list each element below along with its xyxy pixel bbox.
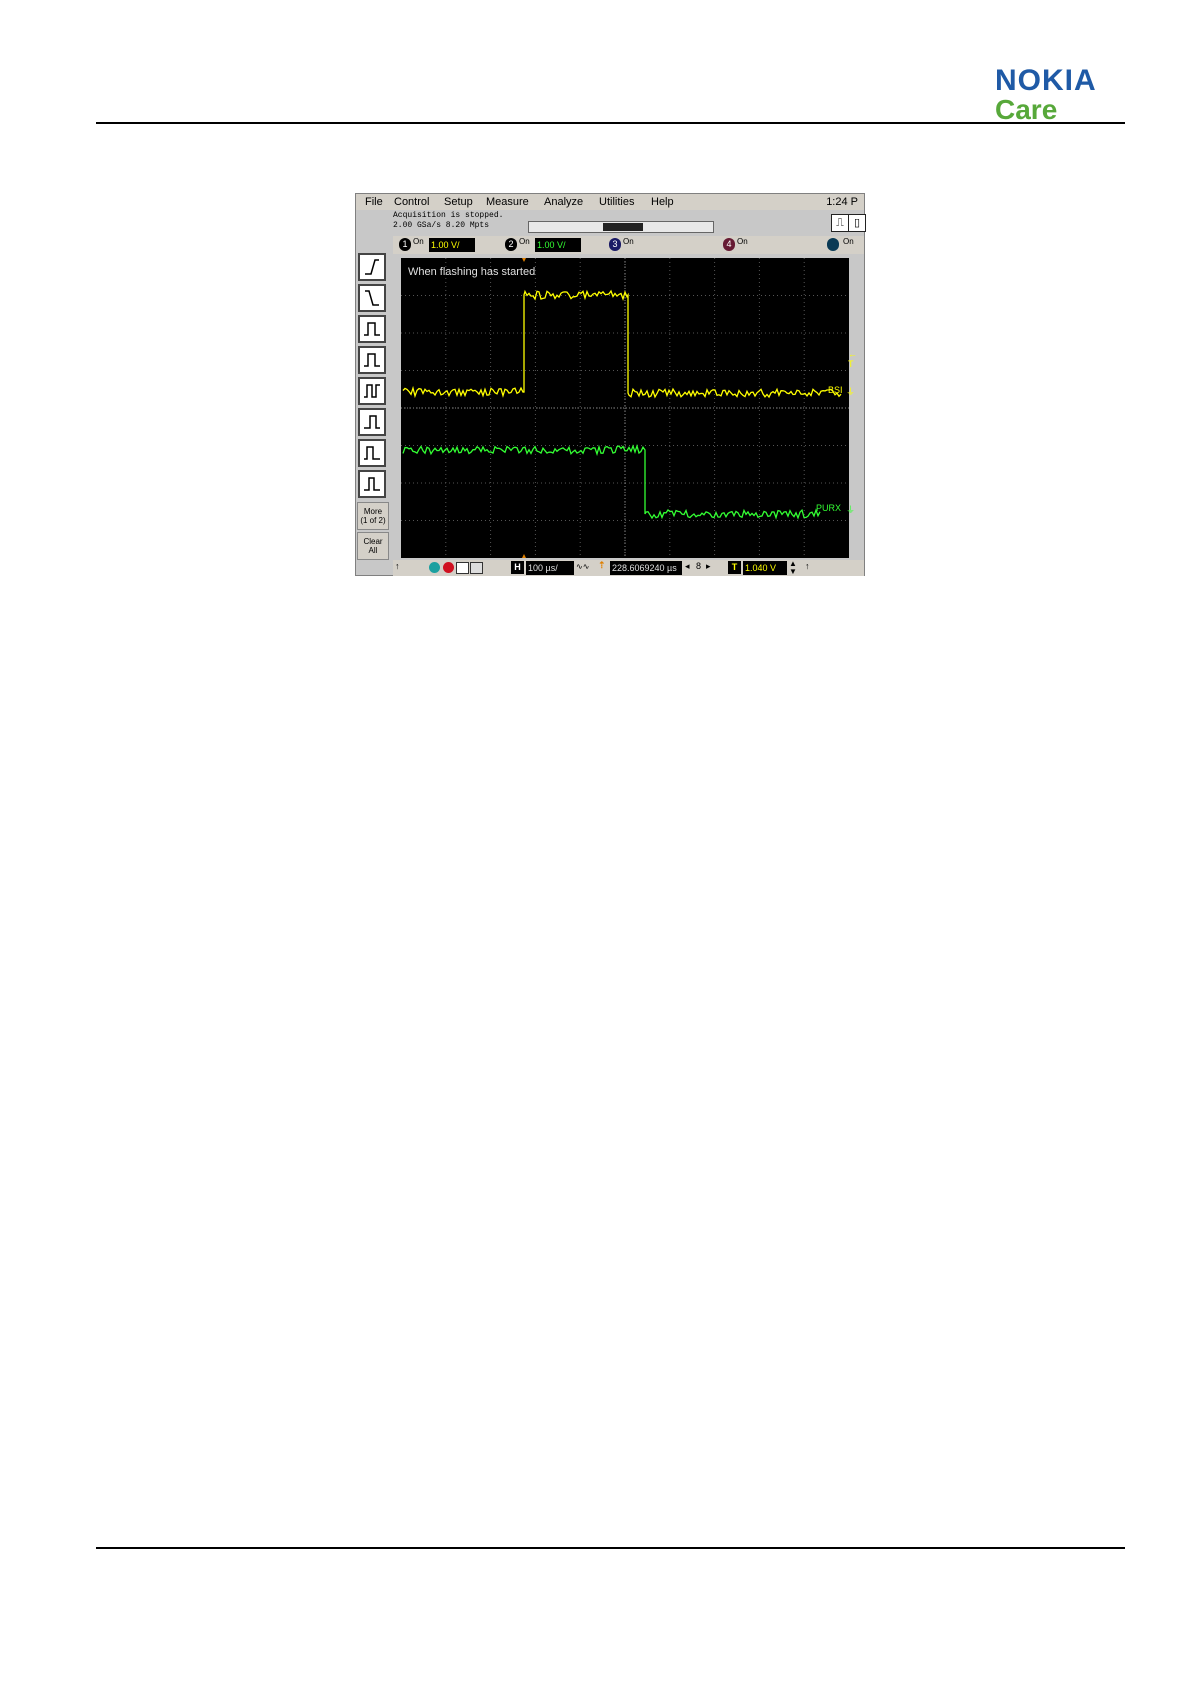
- clear-all-button[interactable]: Clear All: [357, 532, 389, 560]
- stop-icon[interactable]: [443, 562, 454, 573]
- delay-field[interactable]: 228.6069240 µs: [610, 561, 682, 575]
- channel-2-on[interactable]: On: [519, 237, 530, 246]
- ch2-ground-icon: ⏚: [846, 503, 855, 516]
- channel-3-on[interactable]: On: [623, 237, 634, 246]
- trigger-stepper-icon[interactable]: ▲ ▼: [789, 560, 797, 576]
- overview-window: [603, 223, 643, 231]
- mouse-icon[interactable]: ▯: [848, 214, 866, 232]
- negative-pulse-icon[interactable]: [358, 346, 386, 374]
- graticule-svg: [401, 258, 849, 558]
- channel-1-on[interactable]: On: [413, 237, 424, 246]
- logo-care-text: Care: [995, 96, 1125, 124]
- ch2-label: PURX: [816, 503, 841, 513]
- waveform-overview-bar[interactable]: [528, 221, 714, 233]
- menu-setup[interactable]: Setup: [444, 196, 473, 208]
- ch1-trace: [403, 291, 841, 397]
- frequency-icon[interactable]: [358, 408, 386, 436]
- rise-time-icon[interactable]: [358, 470, 386, 498]
- falling-edge-icon[interactable]: [358, 284, 386, 312]
- channel-3-icon[interactable]: 3: [609, 238, 621, 251]
- menu-control[interactable]: Control: [394, 196, 429, 208]
- channel-1-icon[interactable]: 1: [399, 238, 411, 251]
- menu-utilities[interactable]: Utilities: [599, 196, 634, 208]
- ch1-ground-icon: ⏚: [846, 385, 855, 398]
- nokia-care-logo: NOKIA Care: [995, 66, 1125, 124]
- channel-2-icon[interactable]: 2: [505, 238, 517, 251]
- acquisition-status: Acquisition is stopped. 2.00 GSa/s 8.20 …: [393, 211, 503, 231]
- status-line-2: 2.00 GSa/s 8.20 Mpts: [393, 221, 503, 231]
- run-icon[interactable]: [429, 562, 440, 573]
- annotation-text: When flashing has started: [408, 266, 535, 278]
- trigger-top-marker: [522, 258, 526, 262]
- menu-help[interactable]: Help: [651, 196, 674, 208]
- clear-label: Clear: [358, 537, 388, 546]
- timebase-field[interactable]: 100 µs/: [526, 561, 574, 575]
- horizontal-button[interactable]: H: [511, 561, 524, 574]
- trigger-label: T: [848, 359, 854, 369]
- rising-edge-icon[interactable]: [358, 253, 386, 281]
- arrow-up-icon[interactable]: ↑: [395, 561, 400, 571]
- delay-left-icon[interactable]: ◂: [685, 561, 690, 572]
- bottom-control-bar: ↑ H 100 µs/ ∿∿ ⇡ 228.6069240 µs ◂ 8 ▸ T …: [393, 560, 864, 576]
- channel-4-icon[interactable]: 4: [723, 238, 735, 251]
- menu-bar: File Control Setup Measure Analyze Utili…: [356, 194, 864, 210]
- period-icon[interactable]: [358, 377, 386, 405]
- logo-nokia-text: NOKIA: [995, 66, 1125, 96]
- pulse-width-icon[interactable]: [358, 315, 386, 343]
- ch1-label: BSI: [828, 385, 843, 395]
- channel-2-scale[interactable]: 1.00 V/: [535, 238, 581, 252]
- more-button[interactable]: More (1 of 2): [357, 502, 389, 530]
- timebase-fine-icon[interactable]: ∿∿: [576, 562, 589, 571]
- math-channel-on[interactable]: On: [843, 237, 854, 246]
- waveform-display[interactable]: When flashing has started: [401, 258, 849, 558]
- trigger-bottom-marker: [522, 554, 526, 558]
- arrow-up-right-icon[interactable]: ↑: [805, 561, 810, 571]
- delay-right-icon[interactable]: ▸: [706, 561, 711, 572]
- footer-rule: [96, 1547, 1125, 1549]
- channel-4-on[interactable]: On: [737, 237, 748, 246]
- ch2-trace: [403, 446, 820, 518]
- more-sublabel: (1 of 2): [358, 516, 388, 525]
- single-icon[interactable]: [456, 562, 469, 574]
- amplitude-icon[interactable]: [358, 439, 386, 467]
- status-line-1: Acquisition is stopped.: [393, 211, 503, 221]
- menu-measure[interactable]: Measure: [486, 196, 529, 208]
- channel-1-scale[interactable]: 1.00 V/: [429, 238, 475, 252]
- math-channel-icon[interactable]: [827, 238, 839, 251]
- trigger-level-field[interactable]: 1.040 V: [743, 561, 787, 575]
- delay-nav[interactable]: 8: [696, 561, 701, 571]
- trigger-marker: ← T: [848, 349, 864, 369]
- clear-sublabel: All: [358, 546, 388, 555]
- clock-time: 1:24 P: [826, 196, 858, 208]
- run-stop-icon[interactable]: ⎍: [831, 214, 849, 232]
- menu-file[interactable]: File: [365, 196, 383, 208]
- oscilloscope-window: File Control Setup Measure Analyze Utili…: [355, 193, 865, 576]
- header-rule: [96, 122, 1125, 124]
- trigger-button[interactable]: T: [728, 561, 741, 574]
- menu-analyze[interactable]: Analyze: [544, 196, 583, 208]
- more-label: More: [358, 507, 388, 516]
- channel-bar: 1 On 1.00 V/ 2 On 1.00 V/ 3 On 4 On On: [393, 236, 864, 254]
- print-icon[interactable]: [470, 562, 483, 574]
- delay-marker-icon: ⇡: [598, 560, 606, 571]
